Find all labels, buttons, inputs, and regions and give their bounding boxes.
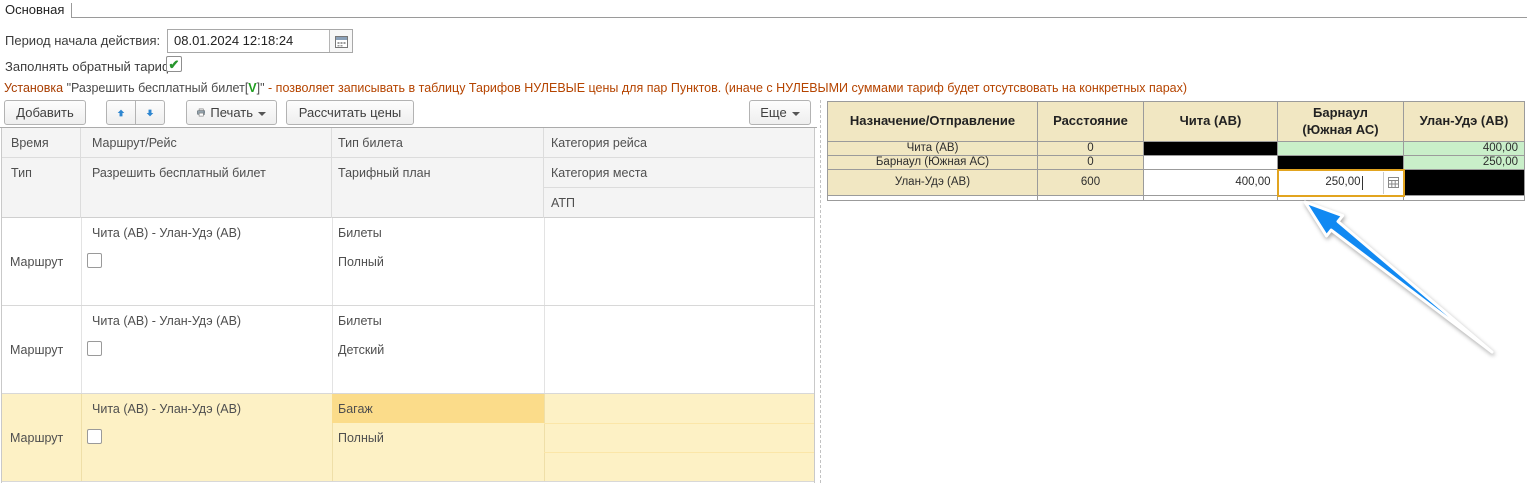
arrow-up-icon <box>117 107 125 119</box>
text-cursor <box>1362 176 1363 190</box>
header-trip-category: Категория рейса <box>544 128 815 158</box>
checkmark-icon: ✔ <box>169 58 180 71</box>
price-cell[interactable] <box>1144 156 1278 170</box>
free-ticket-checkbox[interactable] <box>87 253 102 268</box>
calculator-icon <box>1388 177 1399 188</box>
header-destination-departure: Назначение/Отправление <box>828 102 1038 142</box>
period-start-label: Период начала действия: <box>5 33 160 48</box>
tariff-plan-cell: Полный <box>338 431 384 445</box>
row-type-cell: Маршрут <box>10 431 63 445</box>
header-allow-free-ticket: Разрешить бесплатный билет <box>81 158 332 218</box>
header-ticket-type: Тип билета <box>332 128 544 158</box>
more-button[interactable]: Еще <box>749 100 811 125</box>
header-time: Время <box>2 128 81 158</box>
tariff-plan-cell: Полный <box>338 255 384 269</box>
route-cell: Чита (АВ) - Улан-Удэ (АВ) <box>92 226 241 240</box>
distance-cell[interactable]: 0 <box>1038 156 1144 170</box>
distance-cell[interactable]: 600 <box>1038 170 1144 196</box>
price-cell[interactable] <box>1278 142 1404 156</box>
move-down-button[interactable] <box>135 100 165 125</box>
row-type-cell: Маршрут <box>10 343 63 357</box>
matrix-row: Улан-Удэ (АВ) 600 400,00 250,00 <box>828 170 1525 196</box>
ticket-type-cell: Билеты <box>332 306 544 335</box>
calculator-dropdown-button[interactable] <box>1383 172 1403 194</box>
table-row[interactable]: Чита (АВ) - Улан-Удэ (АВ) Билеты Маршрут… <box>2 218 814 306</box>
free-ticket-checkbox[interactable] <box>87 429 102 444</box>
destination-cell[interactable]: Улан-Удэ (АВ) <box>828 170 1038 196</box>
table-row-selected[interactable]: Чита (АВ) - Улан-Удэ (АВ) Багаж Маршрут … <box>2 394 814 482</box>
matrix-empty-row <box>828 196 1525 201</box>
blocked-cell <box>1144 142 1278 156</box>
price-cell[interactable]: 400,00 <box>1144 170 1278 196</box>
price-cell[interactable]: 400,00 <box>1404 142 1525 156</box>
tab-main[interactable]: Основная <box>5 2 64 17</box>
header-seat-category: Категория места <box>544 158 815 188</box>
ticket-type-cell-selected[interactable]: Багаж <box>332 394 544 423</box>
period-date-input[interactable]: 08.01.2024 12:18:24 <box>168 30 329 52</box>
matrix-row: Барнаул (Южная АС) 0 250,00 <box>828 156 1525 170</box>
tab-underline <box>71 17 1527 18</box>
price-cell[interactable]: 250,00 <box>1404 156 1525 170</box>
move-up-button[interactable] <box>106 100 136 125</box>
print-button[interactable]: Печать <box>186 100 277 125</box>
matrix-row: Чита (АВ) 0 400,00 <box>828 142 1525 156</box>
add-button[interactable]: Добавить <box>4 100 86 125</box>
routes-table-header: Время Тип Маршрут/Рейс Разрешить бесплат… <box>2 128 814 218</box>
header-atp: АТП <box>544 188 815 218</box>
price-edit-input[interactable]: 250,00 <box>1279 176 1361 189</box>
tariff-plan-cell: Детский <box>338 343 384 357</box>
tab-divider <box>71 3 72 18</box>
header-distance: Расстояние <box>1038 102 1144 142</box>
route-cell: Чита (АВ) - Улан-Удэ (АВ) <box>92 402 241 416</box>
destination-cell[interactable]: Чита (АВ) <box>828 142 1038 156</box>
header-tariff-plan: Тарифный план <box>332 158 544 218</box>
blocked-cell <box>1278 156 1404 170</box>
calculate-prices-button[interactable]: Рассчитать цены <box>286 100 414 125</box>
annotation-arrow <box>1290 192 1505 367</box>
tariff-matrix: Назначение/Отправление Расстояние Чита (… <box>827 101 1525 201</box>
price-cell-editing[interactable]: 250,00 <box>1278 170 1404 196</box>
chevron-down-icon <box>258 112 266 116</box>
route-cell: Чита (АВ) - Улан-Удэ (АВ) <box>92 314 241 328</box>
printer-icon <box>197 106 205 119</box>
free-ticket-checkbox[interactable] <box>87 341 102 356</box>
tariff-form: Основная Период начала действия: 08.01.2… <box>0 0 1527 483</box>
header-chita: Чита (АВ) <box>1144 102 1278 142</box>
matrix-header-row: Назначение/Отправление Расстояние Чита (… <box>828 102 1525 142</box>
chevron-down-icon <box>792 112 800 116</box>
row-type-cell: Маршрут <box>10 255 63 269</box>
header-type: Тип <box>2 158 81 218</box>
calendar-button[interactable] <box>329 30 352 52</box>
table-row[interactable]: Чита (АВ) - Улан-Удэ (АВ) Билеты Маршрут… <box>2 306 814 394</box>
destination-cell[interactable]: Барнаул (Южная АС) <box>828 156 1038 170</box>
calendar-icon <box>335 35 348 48</box>
ticket-type-cell: Билеты <box>332 218 544 247</box>
distance-cell[interactable]: 0 <box>1038 142 1144 156</box>
free-ticket-notice: Установка "Разрешить бесплатный билет[V]… <box>4 81 1187 95</box>
period-date-group: 08.01.2024 12:18:24 <box>167 29 353 53</box>
routes-table: Время Тип Маршрут/Рейс Разрешить бесплат… <box>1 128 815 483</box>
header-ulan-ude: Улан-Удэ (АВ) <box>1404 102 1525 142</box>
reverse-tariff-checkbox[interactable]: ✔ <box>166 56 182 72</box>
reverse-tariff-label: Заполнять обратный тариф: <box>5 59 176 74</box>
blocked-cell <box>1404 170 1525 196</box>
arrow-down-icon <box>146 107 154 119</box>
header-barnaul: Барнаул (Южная АС) <box>1278 102 1404 142</box>
header-route: Маршрут/Рейс <box>81 128 332 158</box>
pane-splitter[interactable] <box>820 100 821 483</box>
